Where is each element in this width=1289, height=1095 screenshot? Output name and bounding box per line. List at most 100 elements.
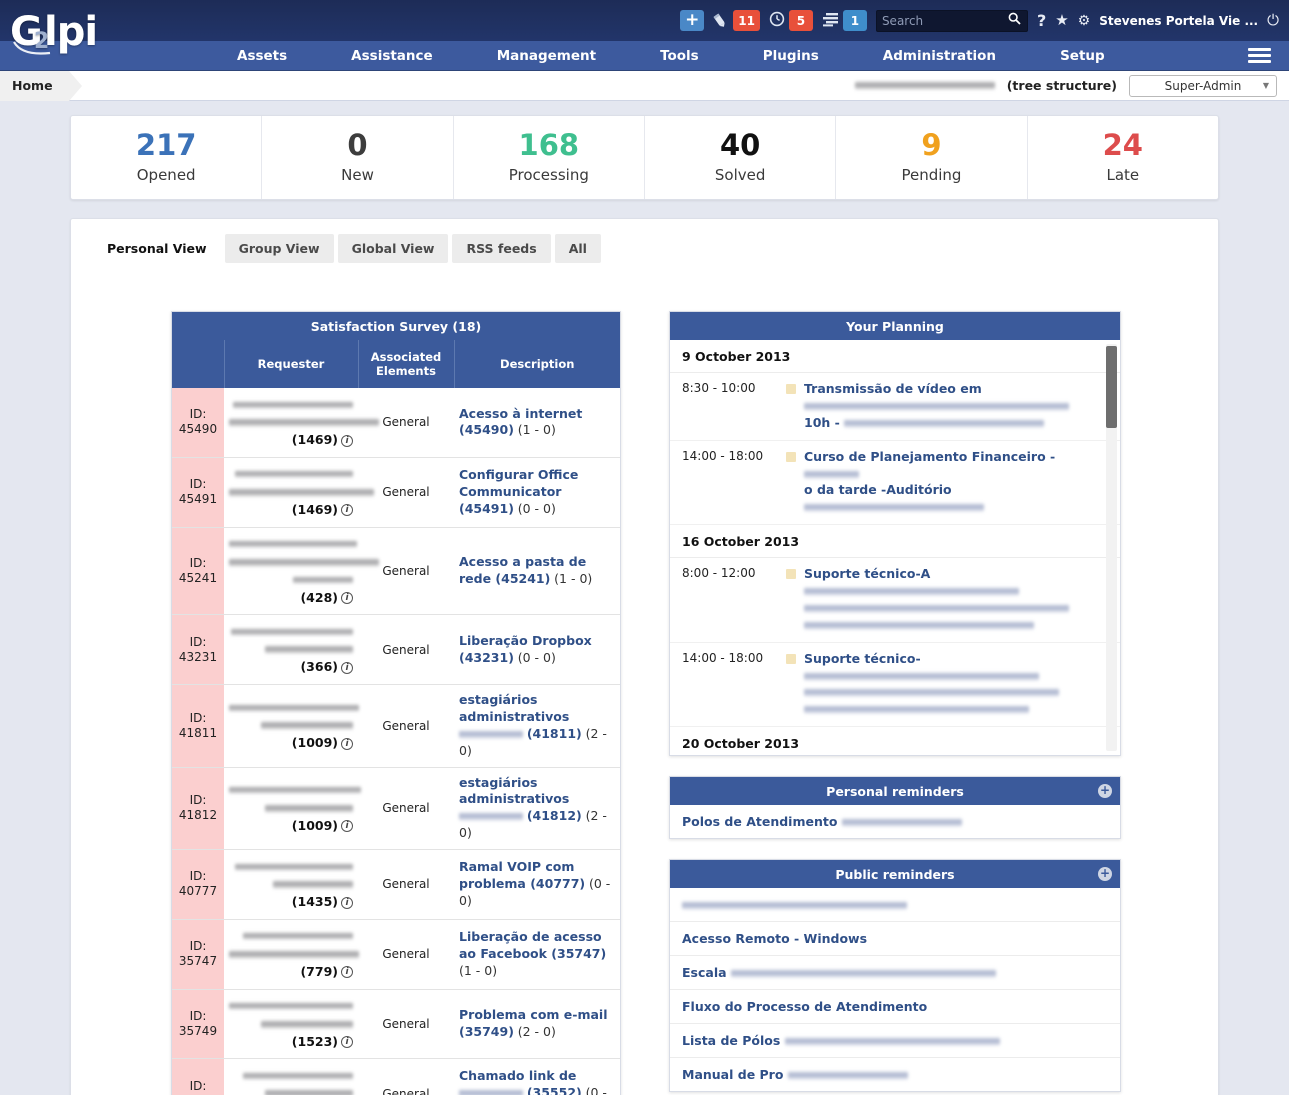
info-icon[interactable]: i [341, 966, 353, 978]
info-icon[interactable]: i [341, 662, 353, 674]
table-row[interactable]: ID:41812(1009)iGeneralestagiários admini… [172, 767, 620, 850]
description-cell: Liberação de acesso ao Facebook (35747) … [454, 919, 620, 989]
reminder-item[interactable]: Escala [670, 956, 1120, 990]
hamburger-icon[interactable] [1248, 48, 1289, 63]
ticket-id-link[interactable]: (41811) [527, 726, 582, 741]
reminder-item[interactable]: Acesso Remoto - Windows [670, 922, 1120, 956]
planning-event[interactable]: 14:00 - 18:00Curso de Planejamento Finan… [670, 441, 1120, 526]
tab-personal-view[interactable]: Personal View [93, 234, 221, 263]
table-row[interactable]: ID:45241(428)iGeneralAcesso a pasta de r… [172, 527, 620, 615]
clock-indicator[interactable]: 5 [769, 10, 813, 31]
ticket-link[interactable]: Liberação de acesso ao Facebook (35747) [459, 929, 606, 961]
requester-cell: (1009)i [224, 767, 358, 850]
stat-value: 9 [921, 131, 941, 160]
planning-scrollbar-thumb[interactable] [1106, 346, 1117, 428]
info-icon[interactable]: i [341, 592, 353, 604]
column-header-description[interactable]: Description [454, 340, 620, 388]
nav-item-management[interactable]: Management [465, 48, 628, 64]
nav-item-tools[interactable]: Tools [628, 48, 731, 64]
ticket-id-link[interactable]: (41812) [527, 808, 582, 823]
star-icon[interactable]: ★ [1055, 13, 1068, 28]
list-indicator[interactable]: 1 [822, 10, 867, 31]
redacted-text [229, 488, 374, 497]
reminder-title[interactable]: Polos de Atendimento [682, 814, 837, 829]
tab-rss-feeds[interactable]: RSS feeds [452, 234, 550, 263]
reminder-title[interactable]: Escala [682, 965, 727, 980]
nav-item-assistance[interactable]: Assistance [319, 48, 465, 64]
info-icon[interactable]: i [341, 897, 353, 909]
power-icon[interactable]: ⏻ [1267, 13, 1279, 28]
info-icon[interactable]: i [341, 504, 353, 516]
table-row[interactable]: ID:45491(1469)iGeneralConfigurar Office … [172, 457, 620, 527]
reminder-item[interactable] [670, 888, 1120, 922]
planning-event-title[interactable]: Curso de Planejamento Financeiro - [804, 449, 1055, 464]
table-row[interactable]: ID:35749(1523)iGeneralProblema com e-mai… [172, 989, 620, 1059]
reminder-item[interactable]: Polos de Atendimento [670, 805, 1120, 838]
reminder-item[interactable]: Lista de Pólos [670, 1024, 1120, 1058]
username-label[interactable]: Stevenes Portela Vie ... [1099, 14, 1258, 28]
ticket-link[interactable]: estagiários administrativos [459, 692, 569, 724]
reminder-title[interactable]: Acesso Remoto - Windows [682, 931, 867, 946]
column-header-associated[interactable]: Associated Elements [358, 340, 454, 388]
gear-icon[interactable]: ⚙ [1078, 14, 1091, 28]
planning-body: 9 October 20138:30 - 10:00Transmissão de… [670, 340, 1120, 755]
search-box[interactable] [876, 10, 1028, 32]
ticket-id-link[interactable]: (35552) [527, 1085, 582, 1095]
add-public-reminder-button[interactable]: + [1098, 867, 1112, 881]
requester-id: (366) [300, 659, 338, 674]
ticket-link[interactable]: estagiários administrativos [459, 775, 569, 807]
nav-item-assets[interactable]: Assets [205, 48, 319, 64]
table-row[interactable]: ID:41811(1009)iGeneralestagiários admini… [172, 685, 620, 768]
column-header-id[interactable] [172, 340, 224, 388]
ticket-link[interactable]: Chamado link de [459, 1068, 576, 1083]
reminder-title[interactable]: Lista de Pólos [682, 1033, 780, 1048]
public-reminders-panel: Public reminders + Acesso Remoto - Windo… [669, 859, 1121, 1092]
profile-select[interactable]: Super-Admin ▼ [1129, 75, 1277, 97]
nav-item-administration[interactable]: Administration [851, 48, 1028, 64]
help-icon[interactable]: ? [1037, 13, 1046, 29]
stat-new[interactable]: 0New [262, 116, 453, 199]
glpi-logo[interactable]: G 2 lpi [8, 12, 208, 53]
table-row[interactable]: ID:40777(1435)iGeneralRamal VOIP com pro… [172, 850, 620, 920]
table-row[interactable]: ID:35552(693)iGeneralChamado link de (35… [172, 1059, 620, 1095]
notes-indicator[interactable]: 11 [713, 10, 760, 31]
planning-event-title[interactable]: Suporte técnico- [804, 651, 921, 666]
planning-event-title-tail[interactable]: o da tarde -Auditório [804, 482, 952, 497]
stat-opened[interactable]: 217Opened [71, 116, 262, 199]
planning-event-title[interactable]: Suporte técnico-A [804, 566, 930, 581]
nav-item-plugins[interactable]: Plugins [731, 48, 851, 64]
planning-event-title-tail[interactable]: 10h - [804, 415, 840, 430]
add-icon[interactable]: + [680, 10, 704, 31]
column-header-requester[interactable]: Requester [224, 340, 358, 388]
reminder-item[interactable]: Manual de Pro [670, 1058, 1120, 1091]
tab-global-view[interactable]: Global View [338, 234, 449, 263]
reminder-title[interactable]: Manual de Pro [682, 1067, 783, 1082]
info-icon[interactable]: i [341, 435, 353, 447]
tab-group-view[interactable]: Group View [225, 234, 334, 263]
add-personal-reminder-button[interactable]: + [1098, 784, 1112, 798]
planning-event[interactable]: 8:00 - 12:00Suporte técnico-A [670, 558, 1120, 643]
ticket-link[interactable]: Ramal VOIP com problema (40777) [459, 859, 585, 891]
stat-late[interactable]: 24Late [1028, 116, 1218, 199]
table-row[interactable]: ID:35747(779)iGeneralLiberação de acesso… [172, 919, 620, 989]
planning-event[interactable]: 14:00 - 18:00Suporte técnico- [670, 643, 1120, 728]
stat-solved[interactable]: 40Solved [645, 116, 836, 199]
search-input[interactable] [882, 14, 1010, 28]
breadcrumb-home[interactable]: Home [0, 71, 69, 101]
planning-event-title[interactable]: Transmissão de vídeo em [804, 381, 982, 396]
stat-pending[interactable]: 9Pending [836, 116, 1027, 199]
nav-item-setup[interactable]: Setup [1028, 48, 1137, 64]
info-icon[interactable]: i [341, 820, 353, 832]
table-row[interactable]: ID:43231(366)iGeneralLiberação Dropbox (… [172, 615, 620, 685]
reminder-title[interactable]: Fluxo do Processo de Atendimento [682, 999, 927, 1014]
planning-event[interactable]: 8:30 - 10:00Transmissão de vídeo em 10h … [670, 373, 1120, 441]
info-icon[interactable]: i [341, 738, 353, 750]
note-icon [713, 11, 729, 30]
stat-processing[interactable]: 168Processing [454, 116, 645, 199]
reminder-item[interactable]: Fluxo do Processo de Atendimento [670, 990, 1120, 1024]
tab-all[interactable]: All [555, 234, 601, 263]
table-row[interactable]: ID:45490(1469)iGeneralAcesso à internet … [172, 388, 620, 457]
info-icon[interactable]: i [341, 1036, 353, 1048]
search-icon[interactable] [1008, 12, 1021, 29]
redacted-text [844, 419, 1044, 428]
